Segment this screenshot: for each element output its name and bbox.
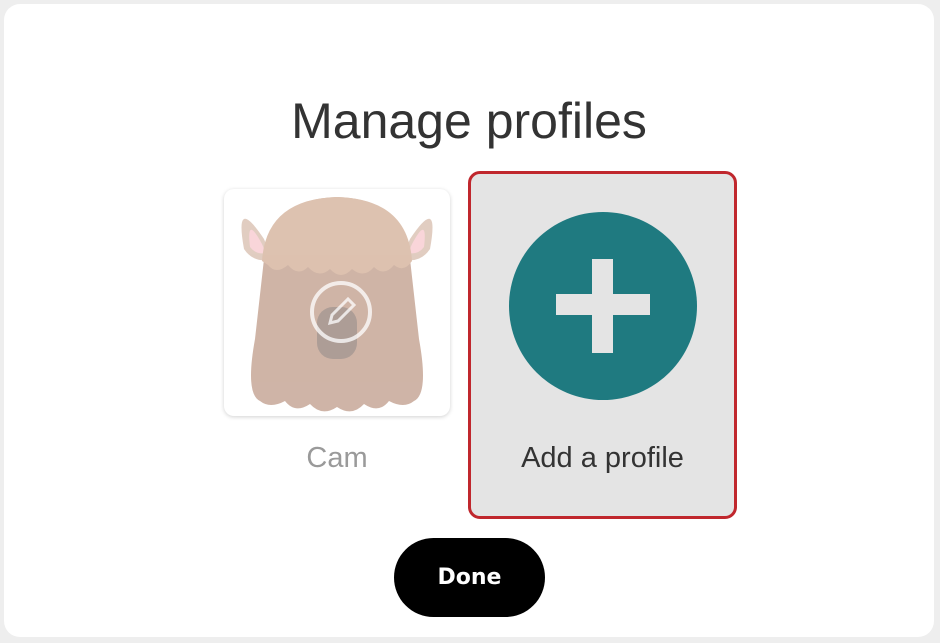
profile-name-cam: Cam <box>306 442 368 474</box>
done-button[interactable]: Done <box>394 538 545 617</box>
manage-profiles-dialog: Manage profiles Cam Add a profile Done <box>4 4 934 637</box>
add-profile-label: Add a profile <box>521 442 684 474</box>
profile-card-cam[interactable] <box>224 189 450 416</box>
plus-icon-vertical <box>592 259 613 353</box>
add-profile-circle <box>509 212 697 400</box>
page-title: Manage profiles <box>291 93 647 149</box>
add-profile-button[interactable]: Add a profile <box>468 171 737 519</box>
llama-avatar-icon <box>241 197 433 412</box>
